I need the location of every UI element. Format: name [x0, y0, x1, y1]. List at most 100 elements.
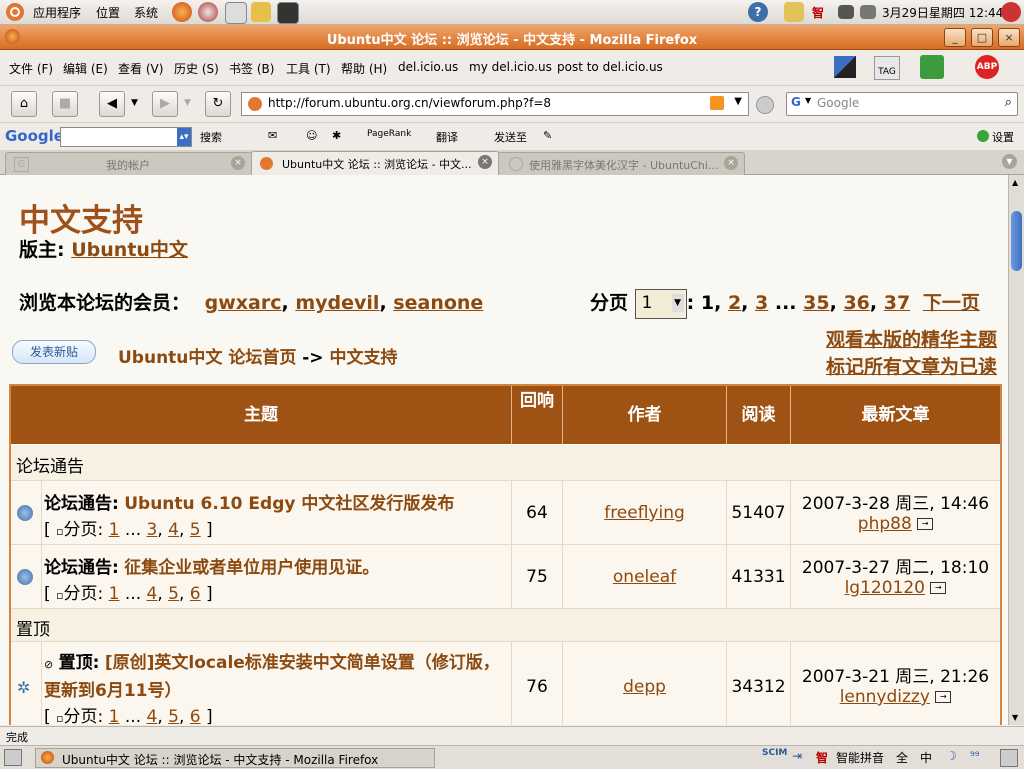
- menu-system[interactable]: 系统: [134, 4, 158, 21]
- highlight-pen-icon[interactable]: ✎: [543, 129, 552, 142]
- volume-icon[interactable]: [860, 5, 876, 19]
- tab-my-account[interactable]: G 我的帐户 ×: [5, 152, 252, 175]
- member-link[interactable]: gwxarc: [205, 292, 282, 314]
- menu-post-delicious[interactable]: post to del.icio.us: [557, 60, 663, 74]
- breadcrumb-current-link[interactable]: 中文支持: [329, 348, 397, 368]
- tag-icon[interactable]: TAG: [874, 56, 900, 80]
- forward-button[interactable]: ▶: [152, 91, 178, 117]
- vertical-scrollbar[interactable]: ▲ ▼: [1008, 175, 1024, 725]
- extension-icon[interactable]: [920, 55, 944, 79]
- topic-page-link[interactable]: 3: [147, 520, 158, 540]
- delicious-icon[interactable]: [834, 56, 856, 78]
- send-to-button[interactable]: 发送至: [494, 129, 527, 145]
- moderator-link[interactable]: Ubuntu中文: [71, 239, 188, 261]
- url-bar[interactable]: http://forum.ubuntu.org.cn/viewforum.php…: [241, 92, 749, 116]
- scroll-down-icon[interactable]: ▼: [1012, 713, 1018, 722]
- minimize-button[interactable]: _: [944, 28, 966, 47]
- mail-launcher-icon[interactable]: [225, 2, 247, 24]
- network-icon[interactable]: [838, 5, 854, 19]
- google-news-icon[interactable]: ✉: [268, 129, 277, 142]
- ime-logo-icon[interactable]: 智: [816, 749, 828, 766]
- forward-history-chevron-icon[interactable]: ▼: [184, 98, 191, 108]
- menu-applications[interactable]: 应用程序: [33, 4, 81, 21]
- scim-icon[interactable]: SCIM: [762, 748, 787, 758]
- ime-moon-icon[interactable]: ☽: [946, 749, 957, 763]
- menu-delicious[interactable]: del.icio.us: [398, 60, 458, 74]
- page-link[interactable]: 2: [728, 292, 741, 314]
- menu-bookmarks[interactable]: 书签 (B): [229, 60, 274, 77]
- tab-forum-active[interactable]: Ubuntu中文 论坛 :: 浏览论坛 - 中文... ×: [251, 151, 499, 176]
- tab-close-icon[interactable]: ×: [478, 155, 492, 169]
- topic-page-link[interactable]: 5: [190, 520, 201, 540]
- last-post-user-link[interactable]: lg120120: [845, 578, 925, 598]
- window-titlebar[interactable]: Ubuntu中文 论坛 :: 浏览论坛 - 中文支持 - Mozilla Fir…: [0, 25, 1024, 50]
- menu-history[interactable]: 历史 (S): [174, 60, 219, 77]
- topic-title-link[interactable]: [原创]英文locale标准安装中文简单设置（修订版，更新到6月11号）: [44, 653, 500, 701]
- page-select[interactable]: 1 ▼: [634, 288, 687, 319]
- url-dropdown-icon[interactable]: ▼: [734, 96, 742, 107]
- topic-title-link[interactable]: Ubuntu 6.10 Edgy 中文社区发行版发布: [124, 494, 454, 514]
- goto-last-post-icon[interactable]: →: [917, 518, 934, 530]
- page-link[interactable]: 36: [843, 292, 869, 314]
- topic-page-link[interactable]: 6: [190, 707, 201, 725]
- google-engine-icon[interactable]: G: [791, 95, 801, 109]
- chevron-down-icon[interactable]: ▼: [671, 293, 684, 312]
- google-toolbar-input[interactable]: ▴▾: [60, 127, 192, 147]
- terminal-launcher-icon[interactable]: [277, 2, 299, 24]
- show-desktop-icon[interactable]: [4, 749, 22, 766]
- page-link[interactable]: 37: [884, 292, 910, 314]
- topic-page-link[interactable]: 4: [168, 520, 179, 540]
- goto-last-post-icon[interactable]: →: [930, 582, 947, 594]
- page-link[interactable]: 3: [755, 292, 768, 314]
- taskbar-window-item[interactable]: Ubuntu中文 论坛 :: 浏览论坛 - 中文支持 - Mozilla Fir…: [35, 748, 435, 768]
- reload-button[interactable]: ↻: [205, 91, 231, 117]
- menu-my-delicious[interactable]: my del.icio.us: [469, 60, 552, 74]
- topic-page-link[interactable]: 5: [168, 707, 179, 725]
- ime-switch-icon[interactable]: ⇥: [792, 749, 802, 763]
- menu-view[interactable]: 查看 (V): [118, 60, 163, 77]
- ime-fullwidth[interactable]: 全: [896, 749, 908, 766]
- scrollbar-thumb[interactable]: [1011, 211, 1022, 271]
- mark-read-link[interactable]: 标记所有文章为已读: [826, 354, 997, 381]
- google-logo[interactable]: Google: [5, 127, 64, 145]
- home-button[interactable]: ⌂: [11, 91, 37, 117]
- breadcrumb-home-link[interactable]: Ubuntu中文 论坛首页: [118, 348, 296, 368]
- search-bar[interactable]: G ▼ Google ⌕: [786, 92, 1018, 116]
- tab-list-dropdown-icon[interactable]: ▼: [1002, 154, 1017, 169]
- featured-topics-link[interactable]: 观看本版的精华主题: [826, 327, 997, 354]
- author-link[interactable]: freeflying: [604, 503, 685, 523]
- topic-page-link[interactable]: 1: [109, 584, 120, 604]
- url-text[interactable]: http://forum.ubuntu.org.cn/viewforum.php…: [268, 96, 551, 110]
- google-toolbar-dropdown-icon[interactable]: ▴▾: [177, 128, 191, 146]
- stop-button[interactable]: ■: [52, 91, 78, 117]
- adblock-icon[interactable]: ABP: [975, 55, 999, 79]
- member-link[interactable]: seanone: [393, 292, 483, 314]
- ime-chinese[interactable]: 中: [920, 749, 932, 766]
- topic-page-link[interactable]: 1: [109, 707, 120, 725]
- goto-last-post-icon[interactable]: →: [935, 691, 952, 703]
- next-page-link[interactable]: 下一页: [923, 292, 980, 314]
- author-link[interactable]: oneleaf: [613, 567, 676, 587]
- clock[interactable]: 3月29日星期四 12:44: [882, 4, 1003, 21]
- ime-punct-icon[interactable]: ⁹⁹: [970, 749, 980, 763]
- last-post-user-link[interactable]: lennydizzy: [840, 687, 930, 707]
- ubuntu-logo-icon[interactable]: [6, 3, 24, 21]
- page-link[interactable]: 35: [803, 292, 829, 314]
- go-button[interactable]: [756, 96, 774, 114]
- menu-places[interactable]: 位置: [96, 4, 120, 21]
- search-placeholder[interactable]: Google: [817, 96, 859, 110]
- translate-button[interactable]: 翻译: [436, 129, 458, 145]
- last-post-user-link[interactable]: php88: [858, 514, 912, 534]
- topic-page-link[interactable]: 4: [147, 707, 158, 725]
- tab-close-icon[interactable]: ×: [724, 156, 738, 170]
- topic-page-link[interactable]: 5: [168, 584, 179, 604]
- power-icon[interactable]: [1001, 2, 1021, 22]
- ime-mode[interactable]: 智能拼音: [836, 749, 884, 766]
- search-icon[interactable]: ⌕: [1005, 95, 1012, 110]
- author-link[interactable]: depp: [623, 677, 666, 697]
- member-link[interactable]: mydevil: [295, 292, 379, 314]
- engine-dropdown-icon[interactable]: ▼: [805, 96, 811, 105]
- trash-icon[interactable]: [1000, 749, 1018, 767]
- help-icon[interactable]: ?: [748, 2, 768, 22]
- menu-help[interactable]: 帮助 (H): [341, 60, 387, 77]
